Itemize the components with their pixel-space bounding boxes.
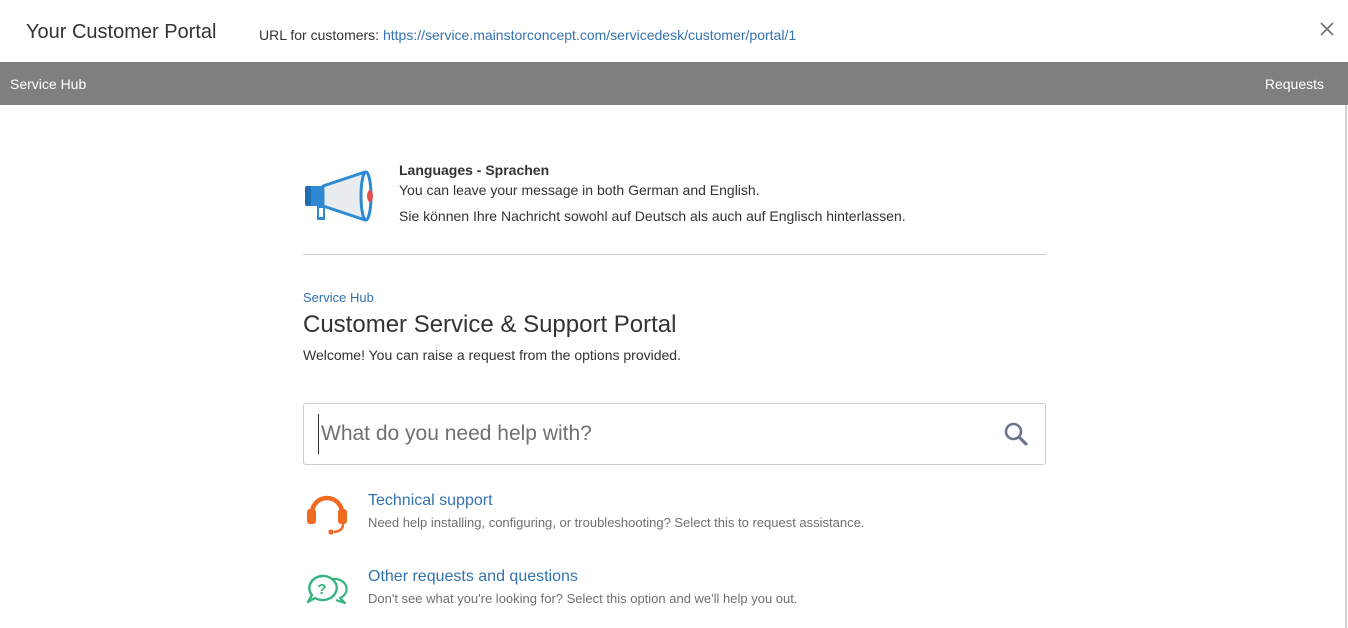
announcement-text: Languages - Sprachen You can leave your … — [399, 162, 906, 224]
breadcrumb-service-hub[interactable]: Service Hub — [303, 290, 374, 305]
search-icon[interactable] — [1003, 421, 1029, 447]
search-box — [303, 403, 1046, 465]
welcome-text: Welcome! You can raise a request from th… — [303, 347, 681, 363]
scrollbar-edge[interactable] — [1345, 105, 1347, 628]
request-type-other-requests[interactable]: ? Other requests and questions Don't see… — [303, 566, 1003, 614]
announcement-banner: Languages - Sprachen You can leave your … — [303, 158, 1046, 255]
megaphone-icon — [305, 170, 373, 222]
request-type-technical-support[interactable]: Technical support Need help installing, … — [303, 490, 1003, 538]
search-input[interactable] — [318, 414, 981, 454]
portal-url-link[interactable]: https://service.mainstorconcept.com/serv… — [383, 27, 796, 43]
portal-title: Your Customer Portal — [26, 21, 217, 43]
request-type-name[interactable]: Other requests and questions — [368, 568, 578, 586]
question-bubbles-icon: ? — [306, 574, 348, 605]
customer-portal-page: Your Customer Portal URL for customers: … — [0, 0, 1348, 628]
portal-nav-bar: Service Hub Requests — [0, 62, 1348, 105]
request-type-description: Don't see what you're looking for? Selec… — [368, 591, 798, 606]
nav-service-hub-link[interactable]: Service Hub — [10, 76, 86, 92]
headset-icon — [307, 495, 347, 535]
close-icon[interactable] — [1316, 18, 1338, 40]
url-label: URL for customers: — [259, 27, 380, 43]
portal-header: Your Customer Portal URL for customers: … — [0, 0, 1348, 62]
portal-url-line: URL for customers: https://service.mains… — [259, 27, 796, 43]
page-title: Customer Service & Support Portal — [303, 311, 677, 338]
nav-requests-link[interactable]: Requests — [1265, 76, 1324, 92]
request-type-name[interactable]: Technical support — [368, 492, 493, 510]
announcement-line-german: Sie können Ihre Nachricht sowohl auf Deu… — [399, 208, 906, 224]
request-type-description: Need help installing, configuring, or tr… — [368, 515, 865, 530]
svg-text:?: ? — [317, 581, 326, 598]
announcement-title: Languages - Sprachen — [399, 162, 550, 178]
announcement-line-english: You can leave your message in both Germa… — [399, 182, 760, 198]
